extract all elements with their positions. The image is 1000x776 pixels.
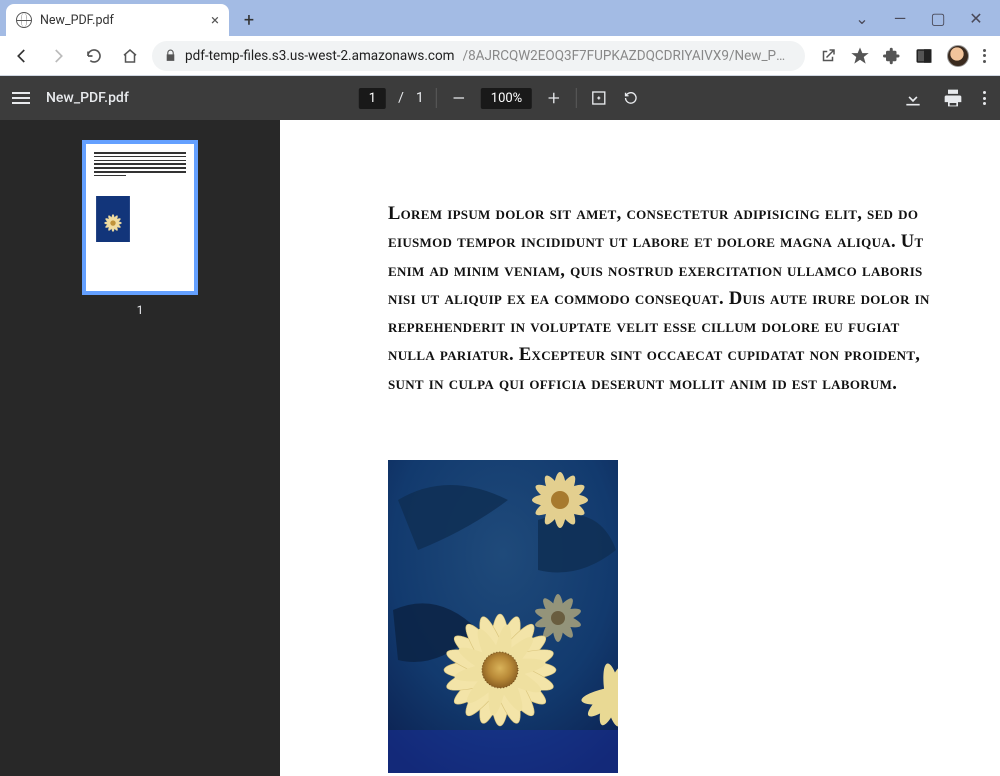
lock-icon (164, 49, 177, 62)
chevron-down-icon[interactable]: ⌄ (854, 9, 870, 28)
flower-thumb-image (96, 196, 130, 242)
zoom-in-button[interactable] (544, 88, 564, 108)
side-panel-icon[interactable] (915, 47, 933, 65)
zoom-out-button[interactable] (449, 88, 469, 108)
pdf-menu-icon[interactable] (983, 91, 986, 105)
download-icon[interactable] (903, 88, 923, 108)
window-controls: ⌄ — ▢ ✕ (838, 0, 1000, 36)
print-icon[interactable] (943, 88, 963, 108)
zoom-level[interactable]: 100% (481, 88, 532, 109)
star-icon[interactable] (851, 47, 869, 65)
tab-title: New_PDF.pdf (40, 13, 203, 28)
profile-avatar[interactable] (947, 45, 969, 67)
minimize-icon[interactable]: — (892, 9, 908, 28)
thumbnail-label: 1 (137, 303, 144, 317)
url-host: pdf-temp-files.s3.us-west-2.amazonaws.co… (185, 48, 455, 64)
pdf-viewer: New_PDF.pdf 1 / 1 100% (0, 76, 1000, 776)
forward-button[interactable] (44, 42, 72, 70)
omnibox[interactable]: pdf-temp-files.s3.us-west-2.amazonaws.co… (152, 41, 805, 71)
close-window-icon[interactable]: ✕ (968, 9, 984, 28)
menu-icon[interactable] (12, 92, 30, 104)
browser-tab-strip: New_PDF.pdf × + ⌄ — ▢ ✕ (0, 0, 1000, 36)
maximize-icon[interactable]: ▢ (930, 9, 946, 28)
reload-button[interactable] (80, 42, 108, 70)
divider (436, 88, 437, 108)
addr-bar-right (813, 45, 992, 67)
address-bar: pdf-temp-files.s3.us-west-2.amazonaws.co… (0, 36, 1000, 76)
home-button[interactable] (116, 42, 144, 70)
page-area[interactable]: Lorem ipsum dolor sit amet, consectetur … (280, 120, 1000, 776)
body-text: Lorem ipsum dolor sit amet, consectetur … (388, 200, 944, 398)
total-pages: 1 (416, 90, 424, 106)
rotate-button[interactable] (621, 88, 641, 108)
browser-tab[interactable]: New_PDF.pdf × (6, 4, 229, 36)
current-page-input[interactable]: 1 (359, 88, 386, 109)
page-separator: / (398, 90, 404, 106)
share-icon[interactable] (819, 47, 837, 65)
page-thumbnail[interactable] (82, 140, 198, 295)
document-title: New_PDF.pdf (46, 90, 129, 106)
new-tab-button[interactable]: + (235, 6, 263, 34)
divider (576, 88, 577, 108)
url-path: /8AJRCQW2EOQ3F7FUPKAZDQCDRIYAIVX9/New_PD… (463, 48, 793, 64)
globe-icon (16, 12, 32, 28)
thumbnail-panel: 1 (0, 120, 280, 776)
back-button[interactable] (8, 42, 36, 70)
extensions-icon[interactable] (883, 47, 901, 65)
pdf-page: Lorem ipsum dolor sit amet, consectetur … (280, 120, 1000, 776)
fit-page-button[interactable] (589, 88, 609, 108)
close-tab-icon[interactable]: × (211, 11, 219, 29)
pdf-toolbar: New_PDF.pdf 1 / 1 100% (0, 76, 1000, 120)
embedded-image (388, 460, 618, 773)
browser-menu-icon[interactable] (983, 49, 986, 63)
